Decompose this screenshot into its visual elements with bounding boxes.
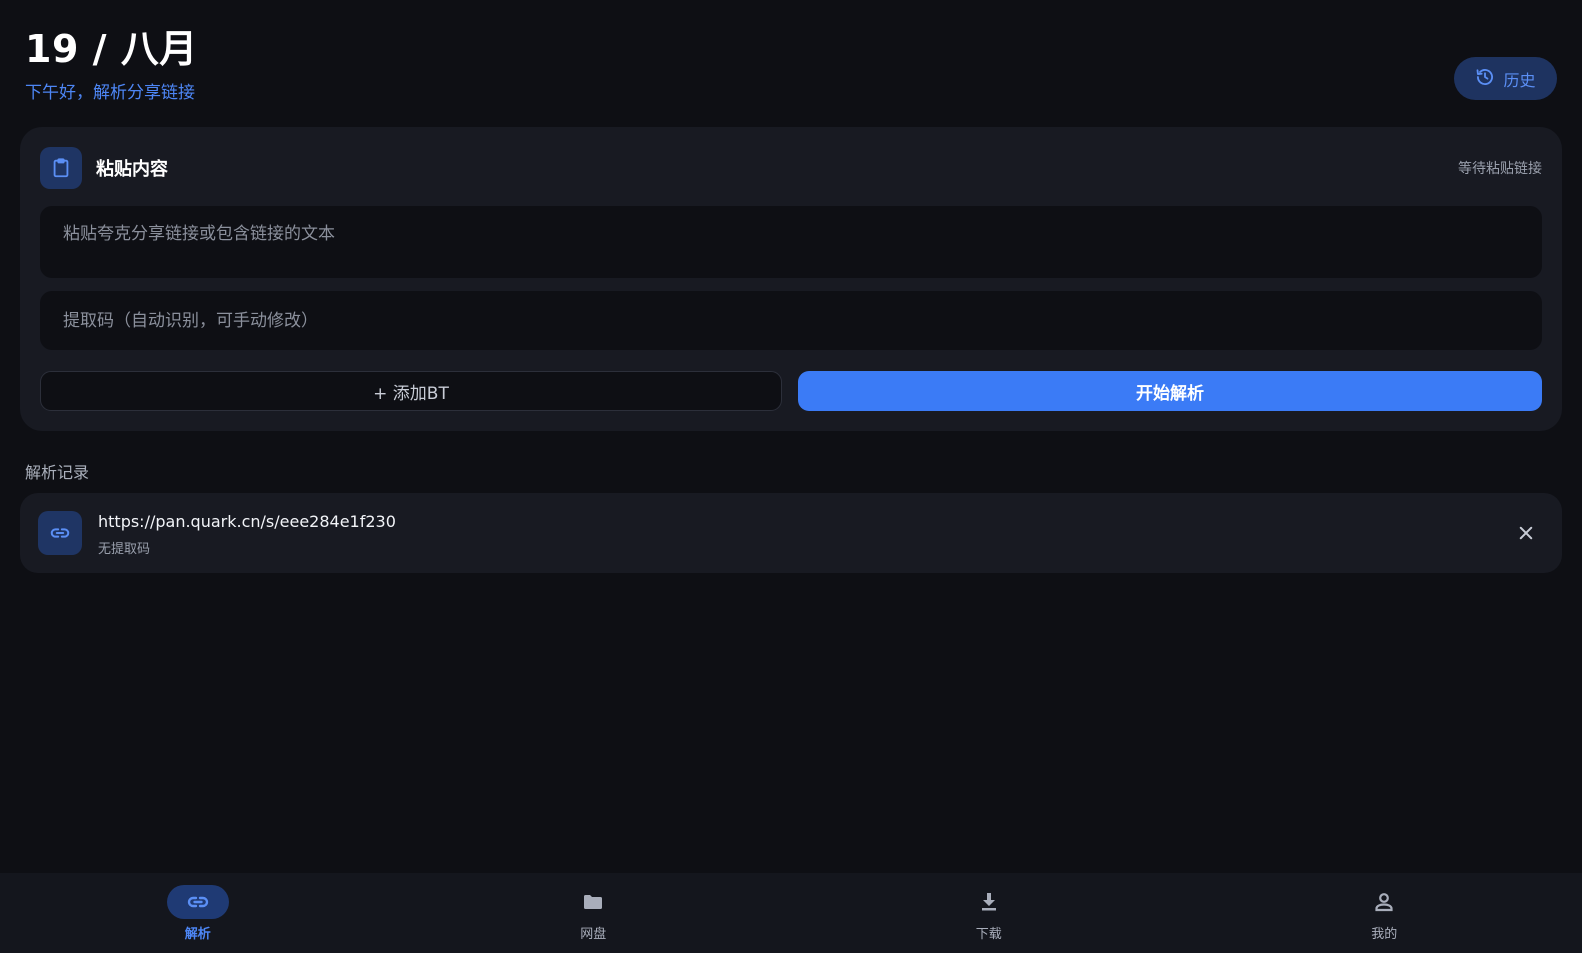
- nav-label: 我的: [1371, 926, 1398, 942]
- records-section-label: 解析记录: [25, 463, 90, 482]
- clipboard-icon: [40, 147, 82, 189]
- start-parse-button[interactable]: 开始解析: [798, 371, 1542, 411]
- link-icon: [38, 511, 82, 555]
- nav-item-drive[interactable]: 网盘: [396, 873, 792, 953]
- history-icon: [1475, 67, 1495, 91]
- history-label: 历史: [1503, 70, 1536, 90]
- nav-item-download[interactable]: 下载: [791, 873, 1187, 953]
- nav-label: 网盘: [580, 926, 607, 942]
- greeting-text: 下午好，解析分享链接: [25, 83, 195, 103]
- record-url: https://pan.quark.cn/s/eee284e1f230: [98, 512, 396, 531]
- download-icon: [981, 892, 996, 910]
- folder-icon: [584, 894, 603, 909]
- list-item[interactable]: https://pan.quark.cn/s/eee284e1f230 无提取码: [20, 493, 1562, 573]
- paste-card-title: 粘贴内容: [96, 159, 168, 180]
- paste-status-text: 等待粘贴链接: [1458, 161, 1542, 177]
- paste-card: 粘贴内容 等待粘贴链接 + 添加BT 开始解析: [20, 127, 1562, 431]
- paste-card-header: 粘贴内容: [40, 147, 168, 189]
- nav-item-profile[interactable]: 我的: [1187, 873, 1582, 953]
- page: 19 / 八月 下午好，解析分享链接 历史 粘贴内容 等待粘贴链接 +: [0, 0, 1582, 953]
- history-button[interactable]: 历史: [1454, 57, 1557, 100]
- delete-record-button[interactable]: [1512, 519, 1540, 547]
- record-code: 无提取码: [98, 542, 151, 557]
- link-icon: [187, 896, 208, 907]
- date-title: 19 / 八月: [25, 27, 198, 71]
- nav-label: 下载: [975, 926, 1002, 942]
- add-bt-button[interactable]: + 添加BT: [40, 371, 782, 411]
- close-icon: [1519, 526, 1533, 540]
- user-icon: [1375, 892, 1393, 911]
- share-link-input[interactable]: [40, 206, 1542, 278]
- header: 19 / 八月 下午好，解析分享链接: [25, 26, 198, 103]
- extract-code-input[interactable]: [40, 291, 1542, 350]
- bottom-nav: 解析 网盘 下载 我的: [0, 873, 1582, 953]
- nav-label: 解析: [184, 926, 211, 942]
- nav-item-parse[interactable]: 解析: [0, 873, 396, 953]
